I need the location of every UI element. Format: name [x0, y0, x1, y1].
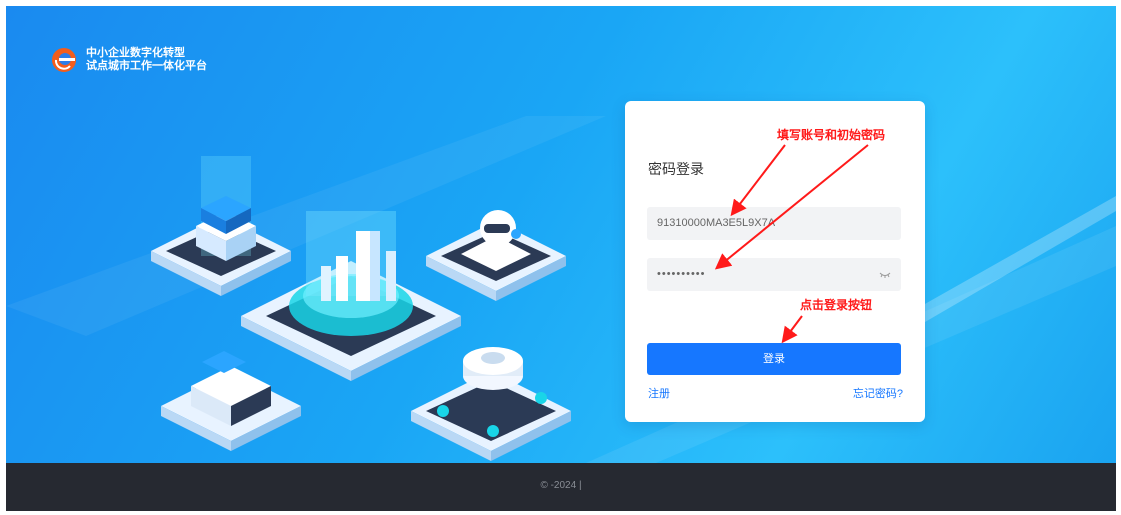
cylinder-platform	[411, 347, 571, 461]
username-input[interactable]: 91310000MA3E5L9X7A	[647, 207, 901, 240]
copyright-text: © -2024 |	[540, 480, 582, 491]
forgot-password-link[interactable]: 忘记密码?	[853, 385, 903, 401]
login-title: 密码登录	[648, 161, 704, 177]
eye-closed-icon[interactable]	[879, 270, 891, 280]
brand-line-1: 中小企业数字化转型	[86, 47, 185, 59]
page-frame: 中小企业数字化转型 试点城市工作一体化平台 密码登录 91310000MA3E5…	[6, 6, 1116, 511]
login-card: 密码登录 91310000MA3E5L9X7A •••••••••• 登录 注册…	[625, 101, 925, 422]
isometric-illustration	[6, 116, 1116, 463]
login-button[interactable]: 登录	[647, 343, 901, 375]
password-value: ••••••••••	[657, 268, 706, 280]
e-logo-icon	[52, 48, 76, 72]
robot-platform	[426, 210, 566, 301]
building-platform	[161, 351, 301, 451]
annotation-click-login: 点击登录按钮	[800, 298, 873, 312]
annotation-fill-account: 填写账号和初始密码	[777, 128, 886, 142]
footer: © -2024 |	[6, 463, 1116, 511]
password-input[interactable]: ••••••••••	[647, 258, 901, 291]
hero-banner: 中小企业数字化转型 试点城市工作一体化平台 密码登录 91310000MA3E5…	[6, 6, 1116, 463]
brand-name: 中小企业数字化转型 试点城市工作一体化平台	[86, 47, 207, 73]
register-link[interactable]: 注册	[648, 385, 670, 401]
brand-line-2: 试点城市工作一体化平台	[86, 60, 207, 72]
brand: 中小企业数字化转型 试点城市工作一体化平台	[50, 46, 207, 74]
